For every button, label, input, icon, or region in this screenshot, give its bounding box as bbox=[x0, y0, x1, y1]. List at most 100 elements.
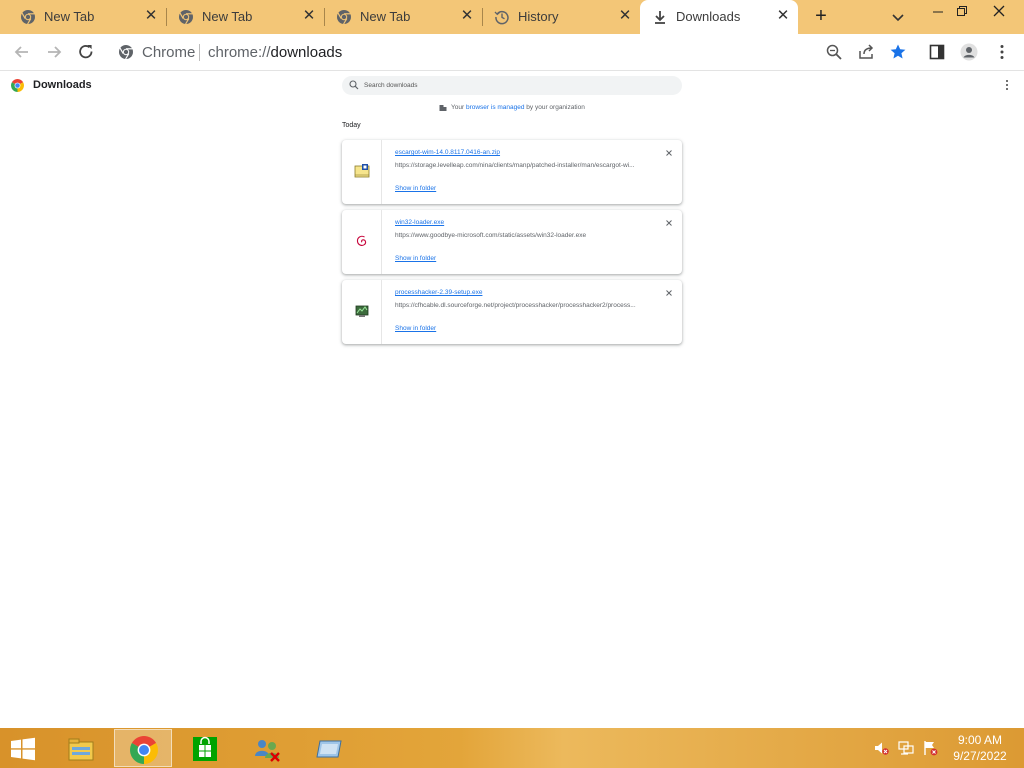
managed-suffix: by your organization bbox=[526, 104, 585, 112]
chrome-icon bbox=[130, 736, 158, 764]
show-in-folder-link[interactable]: Show in folder bbox=[395, 255, 436, 262]
show-in-folder-link[interactable]: Show in folder bbox=[395, 325, 436, 332]
download-filename-link[interactable]: win32-loader.exe bbox=[395, 219, 444, 226]
url-text[interactable]: chrome://downloads bbox=[208, 44, 342, 61]
download-url[interactable]: https://cfhcable.dl.sourceforge.net/proj… bbox=[395, 302, 650, 309]
download-url[interactable]: https://www.goodbye-microsoft.com/static… bbox=[395, 232, 650, 239]
zoom-icon[interactable] bbox=[825, 43, 843, 61]
chrome-icon bbox=[179, 10, 193, 25]
icon-column bbox=[342, 140, 382, 204]
tab-title: History bbox=[518, 9, 559, 24]
building-icon bbox=[439, 105, 447, 111]
tab-history[interactable]: History ✕ bbox=[482, 0, 640, 34]
download-icon bbox=[655, 11, 665, 24]
close-icon[interactable]: ✕ bbox=[459, 8, 475, 24]
network-icon[interactable] bbox=[898, 740, 914, 756]
taskbar-store[interactable] bbox=[176, 729, 234, 767]
tab-new-tab-3[interactable]: New Tab ✕ bbox=[324, 0, 482, 34]
chrome-icon bbox=[21, 10, 35, 25]
address-bar[interactable]: Chrome chrome://downloads bbox=[110, 38, 910, 66]
share-icon[interactable] bbox=[857, 43, 875, 61]
search-icon bbox=[349, 80, 359, 90]
close-icon[interactable]: ✕ bbox=[617, 8, 633, 24]
search-input[interactable] bbox=[364, 78, 664, 93]
zip-archive-icon bbox=[354, 164, 370, 178]
reload-icon[interactable] bbox=[76, 42, 96, 62]
minimize-icon bbox=[933, 11, 943, 13]
date-header: Today bbox=[342, 122, 361, 129]
kebab-menu-icon[interactable] bbox=[993, 43, 1011, 61]
managed-notice: Your browser is managed by your organiza… bbox=[439, 104, 585, 111]
history-icon bbox=[494, 10, 509, 25]
remove-download-button[interactable] bbox=[664, 289, 674, 299]
close-icon[interactable]: ✕ bbox=[775, 8, 791, 24]
download-filename-link[interactable]: escargot-wim-14.0.8117.0416-an.zip bbox=[395, 149, 500, 156]
tab-new-tab-2[interactable]: New Tab ✕ bbox=[166, 0, 324, 34]
side-panel-icon[interactable] bbox=[928, 43, 946, 61]
site-label: Chrome bbox=[142, 44, 196, 61]
forward-arrow-icon[interactable] bbox=[44, 42, 64, 62]
tab-strip: New Tab ✕ New Tab ✕ New Tab ✕ History ✕ … bbox=[0, 0, 1024, 34]
taskbar-remote-desktop[interactable] bbox=[300, 729, 358, 767]
search-downloads-field[interactable] bbox=[342, 76, 682, 95]
taskbar-file-explorer[interactable] bbox=[52, 729, 110, 767]
bookmark-star-icon[interactable] bbox=[889, 43, 907, 61]
tab-new-tab-1[interactable]: New Tab ✕ bbox=[0, 0, 166, 34]
kebab-menu-icon bbox=[1006, 80, 1008, 90]
toolbar: Chrome chrome://downloads bbox=[0, 34, 1024, 71]
window-close-button[interactable] bbox=[989, 2, 1009, 20]
close-icon bbox=[666, 290, 672, 296]
taskbar-network-people[interactable] bbox=[238, 729, 296, 767]
managed-link[interactable]: browser is managed bbox=[466, 104, 525, 111]
taskbar-chrome[interactable] bbox=[114, 729, 172, 767]
close-icon[interactable]: ✕ bbox=[143, 8, 159, 24]
chrome-icon bbox=[337, 10, 351, 25]
remote-desktop-icon bbox=[316, 740, 342, 758]
download-item: escargot-wim-14.0.8117.0416-an.zip https… bbox=[342, 140, 682, 204]
url-host: downloads bbox=[270, 44, 343, 61]
download-item: win32-loader.exe https://www.goodbye-mic… bbox=[342, 210, 682, 274]
download-url[interactable]: https://storage.levelleap.com/nina/clien… bbox=[395, 162, 650, 169]
restore-icon bbox=[957, 6, 967, 16]
store-icon bbox=[193, 736, 217, 761]
tab-title: New Tab bbox=[202, 9, 253, 24]
icon-column bbox=[342, 210, 382, 274]
tab-title: Downloads bbox=[676, 9, 741, 24]
remove-download-button[interactable] bbox=[664, 219, 674, 229]
process-hacker-icon bbox=[355, 305, 369, 317]
close-icon bbox=[666, 220, 672, 226]
show-in-folder-link[interactable]: Show in folder bbox=[395, 185, 436, 192]
debian-swirl-icon bbox=[356, 235, 367, 246]
downloads-menu-button[interactable] bbox=[1003, 78, 1011, 92]
tab-title: New Tab bbox=[360, 9, 411, 24]
chrome-icon bbox=[119, 45, 133, 60]
volume-muted-icon[interactable] bbox=[873, 740, 889, 756]
clock-date: 9/27/2022 bbox=[953, 749, 1007, 763]
system-clock[interactable]: 9:00 AM 9/27/2022 bbox=[945, 732, 1015, 764]
clock-time: 9:00 AM bbox=[957, 733, 1003, 747]
minimize-button[interactable] bbox=[928, 2, 948, 20]
url-scheme: chrome:// bbox=[208, 44, 271, 61]
windows-start-icon[interactable] bbox=[8, 737, 38, 761]
close-icon[interactable]: ✕ bbox=[301, 8, 317, 24]
close-icon bbox=[993, 5, 1005, 17]
network-people-icon bbox=[255, 740, 280, 762]
download-item: processhacker-2.39-setup.exe https://cfh… bbox=[342, 280, 682, 344]
icon-column bbox=[342, 280, 382, 344]
omnibox-divider bbox=[199, 44, 200, 61]
managed-prefix: Your bbox=[451, 104, 465, 112]
new-tab-button[interactable]: + bbox=[810, 6, 832, 28]
back-arrow-icon[interactable] bbox=[12, 42, 32, 62]
close-icon bbox=[666, 150, 672, 156]
page-title: Downloads bbox=[33, 79, 92, 91]
action-center-flag-icon[interactable] bbox=[922, 740, 938, 756]
restore-button[interactable] bbox=[952, 2, 972, 20]
tab-title: New Tab bbox=[44, 9, 95, 24]
tab-downloads[interactable]: Downloads ✕ bbox=[640, 0, 798, 34]
taskbar: 9:00 AM 9/27/2022 bbox=[0, 728, 1024, 768]
profile-avatar-icon[interactable] bbox=[960, 43, 978, 61]
chevron-down-icon[interactable] bbox=[889, 8, 907, 26]
download-filename-link[interactable]: processhacker-2.39-setup.exe bbox=[395, 289, 482, 296]
remove-download-button[interactable] bbox=[664, 149, 674, 159]
file-explorer-icon bbox=[68, 738, 94, 761]
